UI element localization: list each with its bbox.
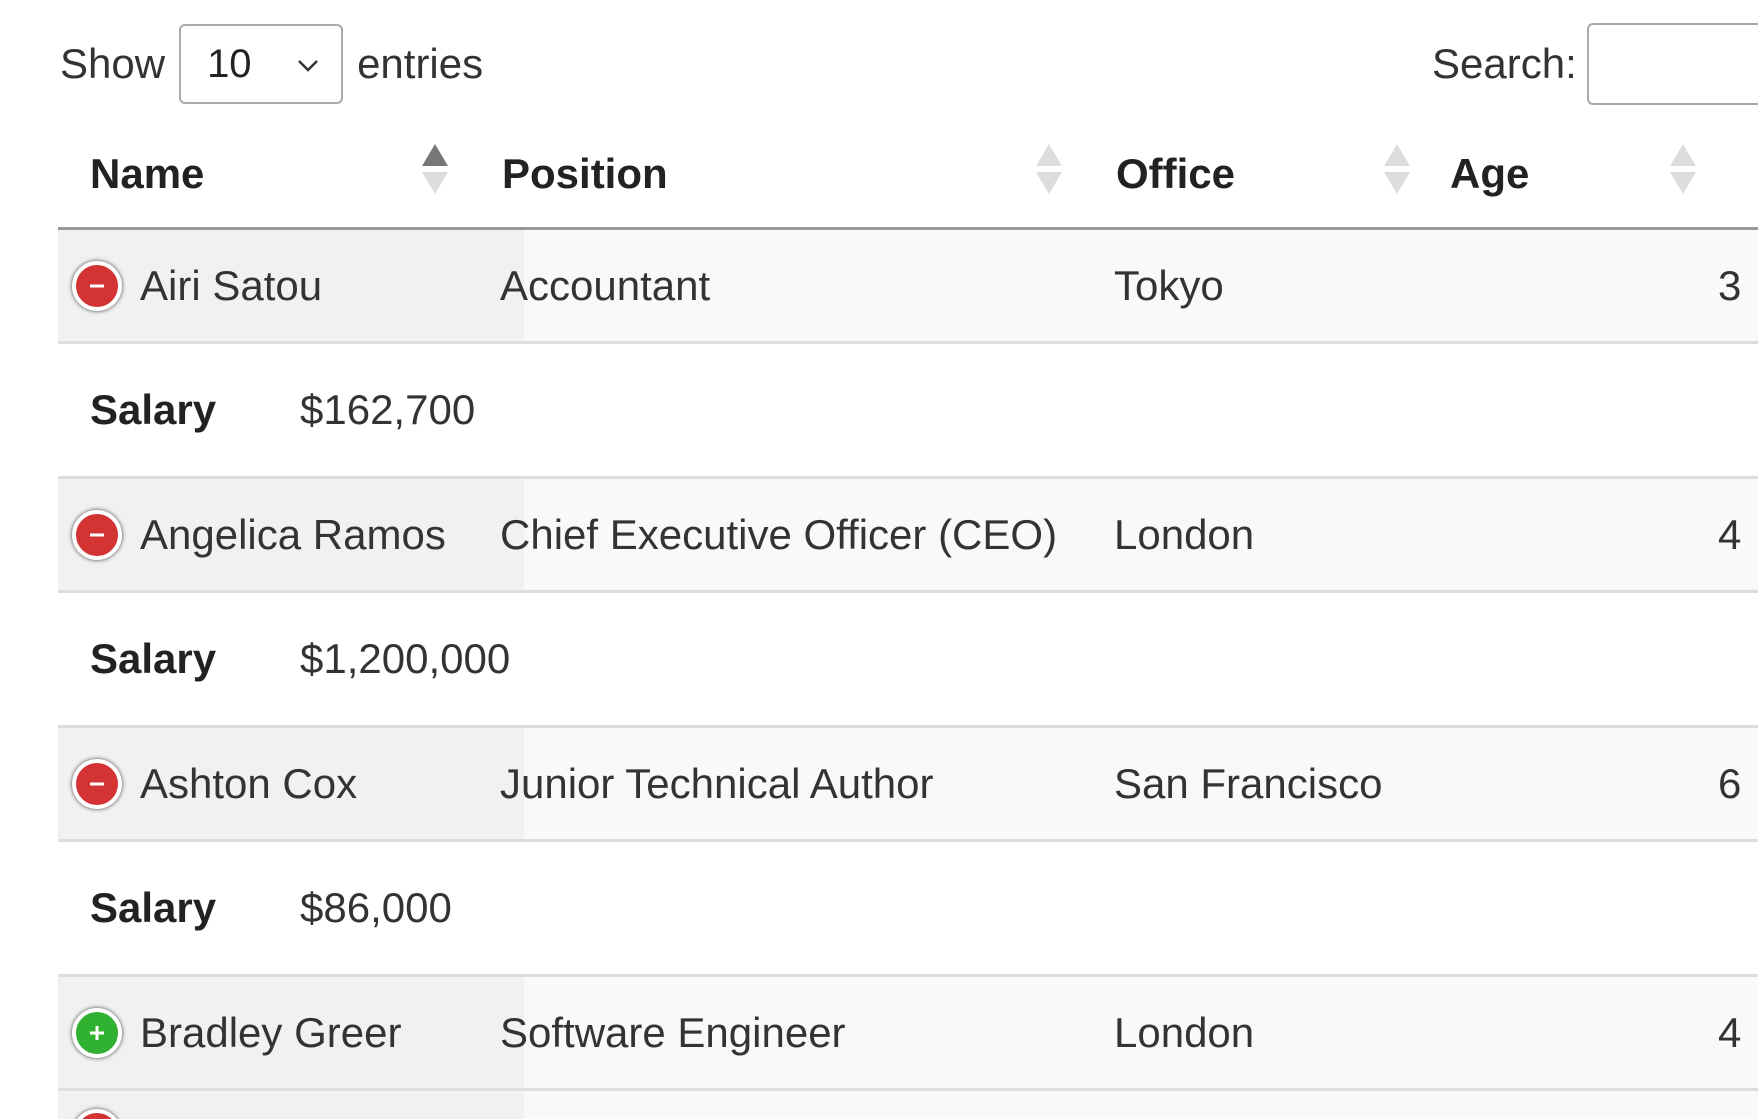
sort-both-icon <box>1670 142 1696 196</box>
table-row[interactable]: Angelica Ramos Chief Executive Officer (… <box>58 479 1758 593</box>
entries-length-control: Show 10 entries <box>60 22 483 106</box>
sort-both-icon <box>1384 142 1410 196</box>
column-header-age[interactable]: Age <box>1426 120 1758 227</box>
entries-per-page-select[interactable]: 10 <box>179 24 344 104</box>
column-header-label: Name <box>90 149 205 197</box>
table-row[interactable]: Bradley Greer Software Engineer London 4 <box>58 977 1758 1091</box>
table-row[interactable]: Airi Satou Accountant Tokyo 3 <box>58 230 1758 344</box>
column-header-position[interactable]: Position <box>478 120 1098 227</box>
office-cell: San Francisco <box>1114 759 1383 807</box>
row-detail: Salary $1,200,000 <box>58 593 1758 728</box>
position-cell: Junior Technical Author <box>500 759 934 807</box>
column-header-name[interactable]: Name <box>58 120 524 227</box>
age-cell: 3 <box>1718 261 1742 309</box>
plus-circle-icon[interactable] <box>72 1008 122 1058</box>
detail-value: $1,200,000 <box>300 635 511 682</box>
table-header: Name Position Office Age <box>58 120 1758 230</box>
column-header-label: Position <box>502 149 668 197</box>
row-detail: Salary $86,000 <box>58 842 1758 977</box>
datatable-page: Show 10 entries Search: Name Position Of… <box>0 0 1758 1119</box>
table-row[interactable]: Ashton Cox Junior Technical Author San F… <box>58 728 1758 842</box>
search-label: Search: <box>1432 40 1577 87</box>
column-header-label: Office <box>1116 149 1236 197</box>
table-row-partial <box>58 1091 1758 1119</box>
detail-label: Salary <box>90 386 217 433</box>
name-cell: Bradley Greer <box>58 977 524 1088</box>
sort-ascending-icon <box>422 142 448 196</box>
row-detail: Salary $162,700 <box>58 344 1758 479</box>
detail-value: $162,700 <box>300 386 476 433</box>
column-header-label: Age <box>1450 149 1530 197</box>
name-cell: Ashton Cox <box>58 728 524 839</box>
name-cell <box>58 1091 524 1119</box>
age-cell: 4 <box>1718 1008 1742 1056</box>
name-cell: Airi Satou <box>58 230 524 341</box>
column-header-office[interactable]: Office <box>1092 120 1452 227</box>
office-cell: Tokyo <box>1114 261 1224 309</box>
entries-per-page-value: 10 <box>207 41 252 86</box>
show-label: Show <box>60 40 166 87</box>
office-cell: London <box>1114 510 1255 558</box>
sort-both-icon <box>1036 142 1062 196</box>
position-cell: Accountant <box>500 261 711 309</box>
age-cell: 6 <box>1718 759 1742 807</box>
employees-table: Name Position Office Age Airi Satou Acco… <box>58 120 1758 1119</box>
name-cell: Angelica Ramos <box>58 479 524 590</box>
minus-circle-icon[interactable] <box>72 261 122 311</box>
detail-label: Salary <box>90 635 217 682</box>
search-input[interactable] <box>1586 23 1758 105</box>
entries-label: entries <box>357 40 484 87</box>
detail-label: Salary <box>90 884 217 931</box>
minus-circle-icon[interactable] <box>72 759 122 809</box>
office-cell: London <box>1114 1008 1255 1056</box>
position-cell: Software Engineer <box>500 1008 846 1056</box>
minus-circle-icon[interactable] <box>72 510 122 560</box>
chevron-down-icon <box>298 60 318 72</box>
position-cell: Chief Executive Officer (CEO) <box>500 510 1058 558</box>
age-cell: 4 <box>1718 510 1742 558</box>
detail-value: $86,000 <box>300 884 452 931</box>
search-control: Search: <box>1432 22 1758 106</box>
